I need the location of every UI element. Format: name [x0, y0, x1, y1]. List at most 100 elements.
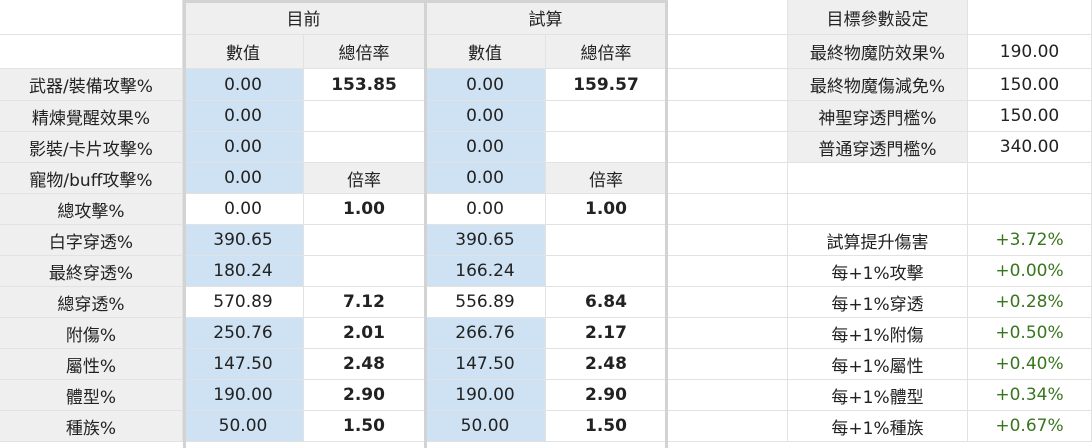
- header-current-value[interactable]: 數值: [183, 35, 304, 69]
- current-value-cell[interactable]: 190.00: [183, 380, 304, 411]
- target-param-value[interactable]: 150.00: [968, 101, 1092, 132]
- result-label[interactable]: 試算提升傷害: [788, 225, 968, 256]
- current-ratio-cell[interactable]: [304, 225, 425, 256]
- empty-cell[interactable]: [667, 132, 788, 163]
- empty-cell[interactable]: [788, 163, 968, 194]
- trial-value-cell[interactable]: 556.89: [425, 287, 546, 318]
- result-value[interactable]: +0.67%: [968, 411, 1092, 442]
- header-current-total-ratio[interactable]: 總倍率: [304, 35, 425, 69]
- current-value-cell[interactable]: 250.76: [183, 318, 304, 349]
- target-param-label[interactable]: 最終物魔防效果%: [788, 35, 968, 69]
- empty-cell[interactable]: [667, 225, 788, 256]
- empty-header-cell[interactable]: [0, 0, 183, 35]
- row-label[interactable]: 總穿透%: [0, 287, 183, 318]
- result-label[interactable]: 每+1%附傷: [788, 318, 968, 349]
- trial-value-cell[interactable]: 50.00: [425, 411, 546, 442]
- empty-cell[interactable]: [788, 194, 968, 225]
- empty-cell[interactable]: [667, 101, 788, 132]
- row-label[interactable]: 最終穿透%: [0, 256, 183, 287]
- result-value[interactable]: +3.72%: [968, 225, 1092, 256]
- row-label[interactable]: 精煉覺醒效果%: [0, 101, 183, 132]
- result-label[interactable]: 每+1%攻擊: [788, 256, 968, 287]
- empty-cell[interactable]: [667, 287, 788, 318]
- trial-value-cell[interactable]: 147.50: [425, 349, 546, 380]
- trial-ratio-cell[interactable]: 1.50: [546, 411, 667, 442]
- header-current-ratio[interactable]: 倍率: [304, 163, 425, 194]
- target-param-label[interactable]: 神聖穿透門檻%: [788, 101, 968, 132]
- empty-cell[interactable]: [667, 318, 788, 349]
- trial-ratio-cell[interactable]: 2.48: [546, 349, 667, 380]
- header-trial-total-ratio[interactable]: 總倍率: [546, 35, 667, 69]
- current-value-cell[interactable]: 570.89: [183, 287, 304, 318]
- result-label[interactable]: 每+1%種族: [788, 411, 968, 442]
- header-trial-value[interactable]: 數值: [425, 35, 546, 69]
- empty-cell[interactable]: [667, 349, 788, 380]
- empty-cell[interactable]: [968, 163, 1092, 194]
- current-value-cell[interactable]: 0.00: [183, 194, 304, 225]
- empty-header-cell[interactable]: [968, 0, 1092, 35]
- header-trial-ratio[interactable]: 倍率: [546, 163, 667, 194]
- header-trial[interactable]: 試算: [425, 0, 667, 35]
- current-value-cell[interactable]: 0.00: [183, 101, 304, 132]
- row-label[interactable]: 武器/裝備攻擊%: [0, 69, 183, 101]
- result-value[interactable]: +0.50%: [968, 318, 1092, 349]
- trial-ratio-cell[interactable]: 2.90: [546, 380, 667, 411]
- current-ratio-cell[interactable]: 2.90: [304, 380, 425, 411]
- current-value-cell[interactable]: 180.24: [183, 256, 304, 287]
- result-value[interactable]: +0.00%: [968, 256, 1092, 287]
- current-ratio-cell[interactable]: 1.50: [304, 411, 425, 442]
- trial-value-cell[interactable]: 0.00: [425, 101, 546, 132]
- trial-value-cell[interactable]: 0.00: [425, 194, 546, 225]
- current-value-cell[interactable]: 0.00: [183, 163, 304, 194]
- current-ratio-cell[interactable]: [304, 256, 425, 287]
- result-value[interactable]: +0.28%: [968, 287, 1092, 318]
- trial-value-cell[interactable]: 190.00: [425, 380, 546, 411]
- trial-ratio-cell[interactable]: [546, 225, 667, 256]
- target-param-label[interactable]: 最終物魔傷減免%: [788, 69, 968, 101]
- empty-header-cell[interactable]: [0, 35, 183, 69]
- current-value-cell[interactable]: 0.00: [183, 69, 304, 101]
- result-label[interactable]: 每+1%穿透: [788, 287, 968, 318]
- row-label[interactable]: 附傷%: [0, 318, 183, 349]
- empty-cell[interactable]: [667, 256, 788, 287]
- target-param-value[interactable]: 190.00: [968, 35, 1092, 69]
- trial-value-cell[interactable]: 390.65: [425, 225, 546, 256]
- current-ratio-cell[interactable]: 2.48: [304, 349, 425, 380]
- header-target-settings[interactable]: 目標參數設定: [788, 0, 968, 35]
- empty-cell[interactable]: [667, 380, 788, 411]
- target-param-label[interactable]: 普通穿透門檻%: [788, 132, 968, 163]
- trial-ratio-cell[interactable]: 1.00: [546, 194, 667, 225]
- trial-value-cell[interactable]: 0.00: [425, 132, 546, 163]
- current-ratio-cell[interactable]: 1.00: [304, 194, 425, 225]
- empty-cell[interactable]: [667, 69, 788, 101]
- trial-ratio-cell[interactable]: [546, 132, 667, 163]
- empty-cell[interactable]: [667, 35, 788, 69]
- result-value[interactable]: +0.34%: [968, 380, 1092, 411]
- row-label[interactable]: 種族%: [0, 411, 183, 442]
- current-ratio-cell[interactable]: 2.01: [304, 318, 425, 349]
- trial-ratio-cell[interactable]: [546, 256, 667, 287]
- empty-cell[interactable]: [667, 411, 788, 442]
- trial-value-cell[interactable]: 266.76: [425, 318, 546, 349]
- result-label[interactable]: 每+1%屬性: [788, 349, 968, 380]
- row-label[interactable]: 影裝/卡片攻擊%: [0, 132, 183, 163]
- current-value-cell[interactable]: 390.65: [183, 225, 304, 256]
- current-ratio-cell[interactable]: 153.85: [304, 69, 425, 101]
- target-param-value[interactable]: 340.00: [968, 132, 1092, 163]
- row-label[interactable]: 體型%: [0, 380, 183, 411]
- current-ratio-cell[interactable]: [304, 132, 425, 163]
- header-current[interactable]: 目前: [183, 0, 425, 35]
- target-param-value[interactable]: 150.00: [968, 69, 1092, 101]
- current-value-cell[interactable]: 147.50: [183, 349, 304, 380]
- current-value-cell[interactable]: 0.00: [183, 132, 304, 163]
- empty-header-cell[interactable]: [667, 0, 788, 35]
- result-value[interactable]: +0.40%: [968, 349, 1092, 380]
- current-ratio-cell[interactable]: 7.12: [304, 287, 425, 318]
- result-label[interactable]: 每+1%體型: [788, 380, 968, 411]
- trial-ratio-cell[interactable]: 2.17: [546, 318, 667, 349]
- row-label[interactable]: 總攻擊%: [0, 194, 183, 225]
- row-label[interactable]: 寵物/buff攻擊%: [0, 163, 183, 194]
- empty-cell[interactable]: [667, 163, 788, 194]
- current-value-cell[interactable]: 50.00: [183, 411, 304, 442]
- trial-ratio-cell[interactable]: [546, 101, 667, 132]
